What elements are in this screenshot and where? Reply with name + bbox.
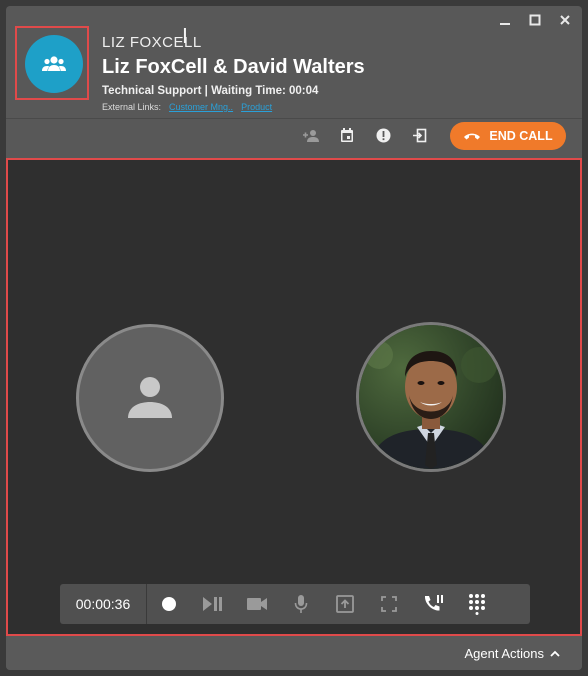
group-icon bbox=[42, 56, 66, 71]
call-timer: 00:00:36 bbox=[60, 584, 147, 624]
caller-placeholder-avatar bbox=[76, 324, 224, 472]
maximize-icon[interactable] bbox=[526, 12, 544, 28]
agent-actions-label: Agent Actions bbox=[464, 646, 545, 661]
video-icon[interactable] bbox=[235, 584, 279, 624]
calendar-icon[interactable] bbox=[338, 126, 356, 144]
agent-photo bbox=[356, 322, 506, 472]
bottom-bar: Agent Actions bbox=[6, 636, 582, 670]
mic-icon[interactable] bbox=[279, 584, 323, 624]
link-product[interactable]: Product bbox=[241, 102, 272, 112]
transfer-icon[interactable] bbox=[410, 126, 428, 144]
call-hold-icon[interactable] bbox=[411, 584, 455, 624]
agent-actions-button[interactable]: Agent Actions bbox=[465, 646, 561, 661]
minimize-icon[interactable] bbox=[496, 12, 514, 28]
play-pause-icon[interactable] bbox=[191, 584, 235, 624]
record-icon[interactable] bbox=[147, 584, 191, 624]
dialpad-icon[interactable] bbox=[455, 584, 499, 624]
chevron-up-icon bbox=[550, 650, 560, 657]
end-call-button[interactable]: END CALL bbox=[450, 122, 566, 150]
link-customer-mng[interactable]: Customer Mng.. bbox=[169, 102, 233, 112]
call-controls-bar: 00:00:36 bbox=[60, 584, 530, 624]
share-screen-icon[interactable] bbox=[323, 584, 367, 624]
alert-icon[interactable] bbox=[374, 126, 392, 144]
video-stage: 00:00:36 bbox=[6, 158, 582, 636]
end-call-label: END CALL bbox=[489, 129, 553, 143]
call-title: Liz FoxCell & David Walters bbox=[102, 56, 365, 78]
group-avatar[interactable] bbox=[25, 35, 83, 93]
group-avatar-highlight[interactable] bbox=[15, 26, 89, 100]
window-controls bbox=[496, 12, 574, 28]
call-window: LIZ FOXCELL I Liz FoxCell & David Walter… bbox=[6, 6, 582, 670]
person-icon bbox=[128, 377, 172, 418]
text-cursor-icon: I bbox=[182, 24, 188, 48]
external-links: External Links: Customer Mng.. Product bbox=[102, 102, 272, 112]
hang-up-icon bbox=[464, 133, 481, 140]
fullscreen-icon[interactable] bbox=[367, 584, 411, 624]
add-person-icon[interactable] bbox=[302, 127, 320, 145]
call-meta: Technical Support | Waiting Time: 00:04 bbox=[102, 85, 319, 97]
external-links-label: External Links: bbox=[102, 102, 162, 112]
close-icon[interactable] bbox=[556, 12, 574, 28]
